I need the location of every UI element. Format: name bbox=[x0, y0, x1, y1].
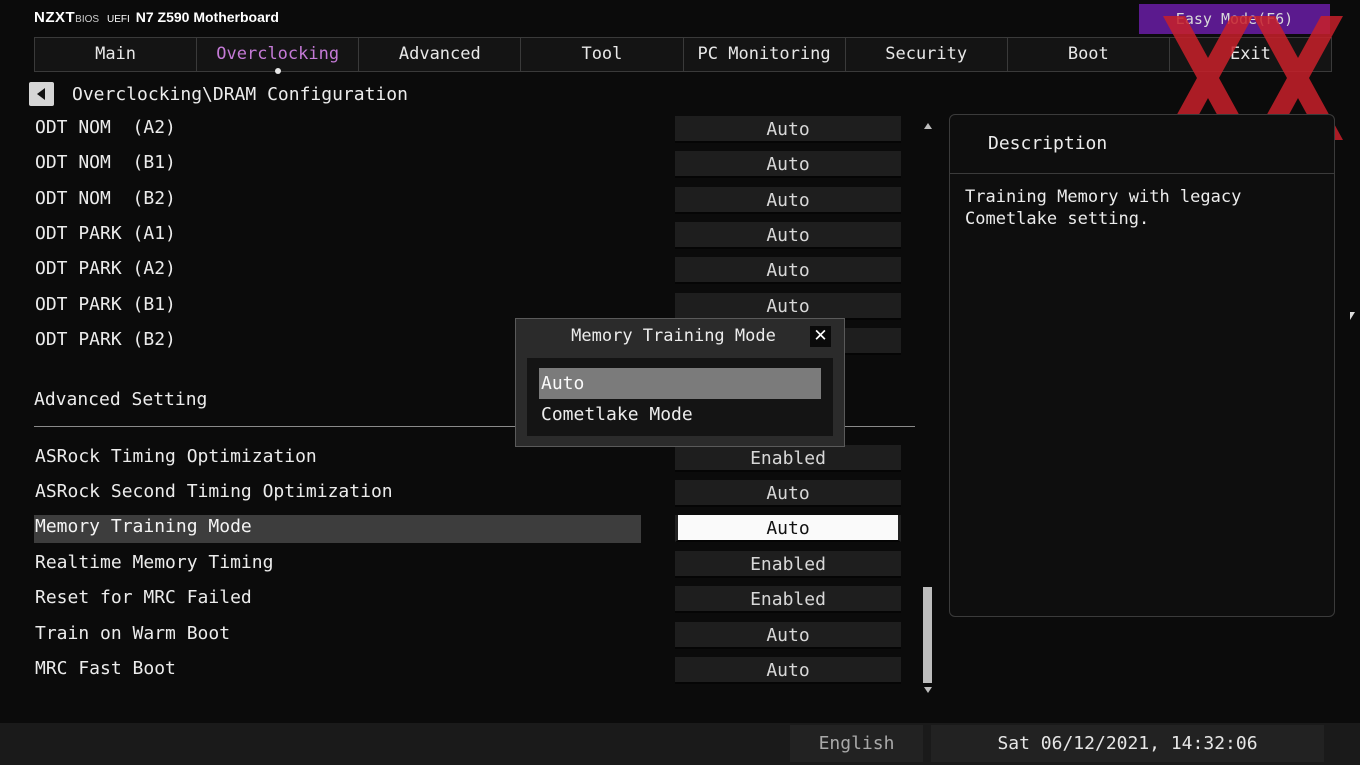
tab-security[interactable]: Security bbox=[845, 37, 1008, 72]
language-selector[interactable]: English bbox=[790, 725, 923, 762]
setting-label: ODT NOM (A2) bbox=[35, 117, 176, 138]
tab-pc-monitoring[interactable]: PC Monitoring bbox=[683, 37, 846, 72]
setting-label: MRC Fast Boot bbox=[35, 658, 176, 679]
setting-value-odt-park-a1[interactable]: Auto bbox=[675, 222, 901, 249]
setting-value-odt-park-a2[interactable]: Auto bbox=[675, 257, 901, 284]
setting-value-odt-nom-b2[interactable]: Auto bbox=[675, 187, 901, 214]
brand-uefi-label: UEFI bbox=[106, 14, 130, 25]
description-panel: Description Training Memory with legacy … bbox=[949, 114, 1335, 617]
breadcrumb: Overclocking\DRAM Configuration bbox=[72, 84, 408, 105]
tab-tool[interactable]: Tool bbox=[521, 37, 684, 72]
setting-value-odt-park-b1[interactable]: Auto bbox=[675, 293, 901, 320]
mouse-cursor-icon bbox=[1350, 312, 1355, 320]
brand-header: NZXTBIOS UEFI N7 Z590 Motherboard bbox=[34, 9, 279, 26]
close-icon[interactable]: ✕ bbox=[810, 326, 831, 347]
scrollbar-thumb[interactable] bbox=[923, 587, 932, 683]
setting-value-odt-nom-a2[interactable]: Auto bbox=[675, 116, 901, 143]
section-title-advanced-setting: Advanced Setting bbox=[34, 389, 208, 410]
setting-value-memory-training-mode[interactable]: Auto bbox=[675, 515, 901, 542]
setting-value-asrock-second-timing-optimization[interactable]: Auto bbox=[675, 480, 901, 507]
setting-label: ODT PARK (B2) bbox=[35, 329, 176, 350]
setting-value-realtime-memory-timing[interactable]: Enabled bbox=[675, 551, 901, 578]
tab-main[interactable]: Main bbox=[34, 37, 198, 72]
setting-value-mrc-fast-boot[interactable]: Auto bbox=[675, 657, 901, 684]
memory-training-mode-popup: Memory Training Mode ✕ Auto Cometlake Mo… bbox=[515, 318, 845, 447]
description-title: Description bbox=[988, 133, 1108, 154]
setting-label: ODT PARK (B1) bbox=[35, 294, 176, 315]
brand-logo: NZXT bbox=[34, 9, 76, 26]
tab-overclocking[interactable]: Overclocking bbox=[197, 37, 360, 74]
setting-label: ODT PARK (A2) bbox=[35, 258, 176, 279]
setting-label: ASRock Second Timing Optimization bbox=[35, 481, 393, 502]
popup-option-cometlake-mode[interactable]: Cometlake Mode bbox=[539, 399, 821, 430]
tab-advanced[interactable]: Advanced bbox=[359, 37, 522, 72]
scroll-up-icon[interactable] bbox=[924, 123, 932, 129]
popup-option-list: Auto Cometlake Mode bbox=[527, 358, 833, 436]
settings-scrollbar[interactable] bbox=[922, 121, 933, 695]
scroll-down-icon[interactable] bbox=[924, 687, 932, 693]
setting-label: ODT PARK (A1) bbox=[35, 223, 176, 244]
description-text: Training Memory with legacy Cometlake se… bbox=[965, 187, 1242, 229]
brand-model: N7 Z590 Motherboard bbox=[135, 9, 279, 25]
datetime-display: Sat 06/12/2021, 14:32:06 bbox=[931, 725, 1324, 762]
setting-label: Realtime Memory Timing bbox=[35, 552, 274, 573]
setting-value-train-on-warm-boot[interactable]: Auto bbox=[675, 622, 901, 649]
setting-label: Train on Warm Boot bbox=[35, 623, 231, 644]
setting-label: Reset for MRC Failed bbox=[35, 587, 252, 608]
popup-option-auto[interactable]: Auto bbox=[539, 368, 821, 399]
setting-label: Memory Training Mode bbox=[35, 516, 252, 537]
main-tab-bar: Main Overclocking Advanced Tool PC Monit… bbox=[34, 37, 1332, 74]
brand-bios-label: BIOS bbox=[75, 14, 100, 25]
setting-value-odt-nom-b1[interactable]: Auto bbox=[675, 151, 901, 178]
setting-value-reset-for-mrc-failed[interactable]: Enabled bbox=[675, 586, 901, 613]
popup-title: Memory Training Mode bbox=[571, 326, 776, 346]
setting-label: ODT NOM (B2) bbox=[35, 188, 176, 209]
setting-label: ASRock Timing Optimization bbox=[35, 446, 317, 467]
tab-boot[interactable]: Boot bbox=[1007, 37, 1170, 72]
setting-label: ODT NOM (B1) bbox=[35, 152, 176, 173]
setting-value-asrock-timing-optimization[interactable]: Enabled bbox=[675, 445, 901, 472]
back-arrow-icon[interactable] bbox=[29, 82, 54, 106]
